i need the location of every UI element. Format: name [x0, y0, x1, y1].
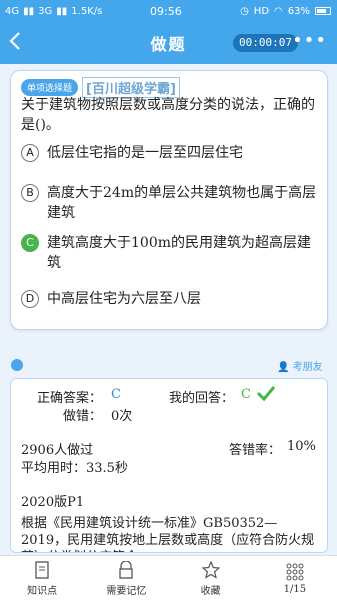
nav-label: 1/15 — [283, 583, 307, 595]
error-rate-label: 答错率： — [229, 443, 282, 458]
nav-label: 需要记忆 — [106, 585, 147, 597]
version-label: 2020版P1 — [21, 495, 85, 510]
option-c[interactable]: C 建筑高度大于100m的民用建筑为超高层建筑 — [21, 233, 321, 273]
network-indicator-2: 3G — [38, 5, 53, 17]
nav-label: 知识点 — [27, 585, 58, 597]
people-count: 2906人做过 — [21, 443, 94, 458]
option-letter: A — [21, 144, 39, 162]
option-b[interactable]: B 高度大于24m的单层公共建筑物也属于高层建筑 — [21, 183, 321, 223]
battery-icon — [315, 7, 331, 15]
my-answer-label: 我的回答： — [169, 391, 235, 406]
title-bar: 做题 00:00:07 ••• — [0, 22, 337, 64]
grid-icon — [285, 562, 305, 582]
option-text: 建筑高度大于100m的民用建筑为超高层建筑 — [47, 235, 311, 271]
correct-answer-value: C — [111, 387, 121, 402]
option-letter: D — [21, 290, 39, 308]
average-time: 平均用时：33.5秒 — [21, 461, 128, 476]
status-bar: 4G ▮▮ 3G ▮▮ 1.5K/s 09:56 ◷ HD ◠ 63% — [0, 0, 337, 22]
lock-icon — [116, 560, 136, 580]
option-text: 高度大于24m的单层公共建筑物也属于高层建筑 — [47, 185, 317, 221]
signal-icon: ▮▮ — [23, 5, 35, 17]
wrong-count-label: 做错： — [63, 409, 103, 424]
network-indicator: 4G — [5, 5, 20, 17]
option-letter-correct: C — [21, 234, 39, 252]
nav-label: 收藏 — [200, 585, 221, 597]
check-icon — [256, 384, 276, 406]
nav-favorite[interactable]: 收藏 — [169, 556, 253, 600]
nav-knowledge[interactable]: 知识点 — [0, 556, 84, 600]
document-icon — [32, 560, 52, 580]
clock: 09:56 — [150, 4, 182, 18]
network-speed: 1.5K/s — [71, 5, 103, 17]
question-type-badge: 单项选择题 — [21, 79, 79, 96]
hd-label: HD — [253, 5, 270, 17]
battery-percent: 63% — [287, 5, 310, 17]
signal-icon-2: ▮▮ — [56, 5, 68, 17]
question-text: 关于建筑物按照层数或高度分类的说法，正确的是()。 — [21, 97, 315, 133]
ask-friend-label: 考朋友 — [292, 362, 323, 373]
alarm-icon: ◷ — [240, 5, 249, 17]
my-answer-value: C — [241, 387, 251, 402]
explanation-text: 根据《民用建筑设计统一标准》GB50352—2019，民用建筑按地上层数或高度（… — [21, 516, 315, 552]
bottom-nav: 知识点 需要记忆 收藏 1/15 — [0, 555, 337, 600]
ask-friend-button[interactable]: 👤 考朋友 — [277, 358, 323, 373]
more-options-icon[interactable]: ••• — [292, 32, 327, 50]
question-card: 单项选择题 [百川超级学霸] 关于建筑物按照层数或高度分类的说法，正确的是()。… — [10, 70, 328, 330]
option-a[interactable]: A 低层住宅指的是一层至四层住宅 — [21, 143, 321, 163]
option-text: 中高层住宅为六层至八层 — [47, 291, 201, 307]
wrong-count-value: 0次 — [111, 409, 133, 424]
option-letter: B — [21, 184, 39, 202]
section-dot — [11, 359, 23, 371]
option-d[interactable]: D 中高层住宅为六层至八层 — [21, 289, 321, 309]
user-icon: 👤 — [277, 362, 290, 373]
star-icon — [201, 560, 221, 580]
error-rate-value: 10% — [287, 439, 316, 454]
correct-answer-label: 正确答案： — [37, 391, 103, 406]
nav-memorize[interactable]: 需要记忆 — [84, 556, 168, 600]
nav-question-index[interactable]: 1/15 — [253, 556, 337, 600]
wifi-icon: ◠ — [274, 5, 283, 17]
option-text: 低层住宅指的是一层至四层住宅 — [47, 145, 243, 161]
answer-card: 正确答案： C 我的回答： C 做错： 0次 2906人做过 答错率： 10% … — [10, 378, 328, 553]
timer[interactable]: 00:00:07 — [233, 34, 298, 52]
